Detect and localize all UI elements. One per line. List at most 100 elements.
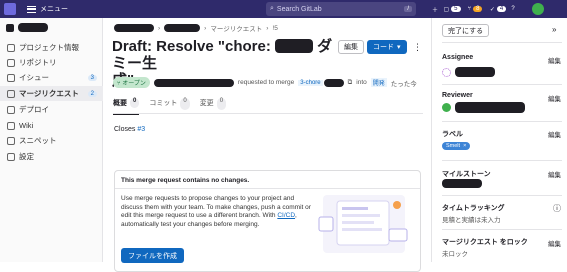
plus-icon[interactable]: ＋ <box>430 3 440 15</box>
labels-edit-link[interactable]: 編集 <box>548 129 561 139</box>
breadcrumb: › › マージリクエスト › !5 <box>114 23 278 33</box>
divider <box>442 229 562 230</box>
reviewer-edit-link[interactable]: 編集 <box>548 93 561 103</box>
avatar <box>442 67 451 77</box>
tab-count: 0 <box>130 98 140 108</box>
main-menu-button[interactable]: メニュー <box>27 2 68 16</box>
title-redacted <box>275 39 313 53</box>
author-redacted[interactable] <box>153 78 234 87</box>
mr-count: 8 <box>473 6 483 12</box>
close-icon[interactable]: × <box>463 143 466 149</box>
edit-button[interactable]: 編集 <box>338 40 364 54</box>
help-icon[interactable]: ⓘ <box>553 203 561 214</box>
avatar[interactable] <box>532 3 544 15</box>
collapse-icon[interactable]: » <box>552 25 556 34</box>
closes-issue-link[interactable]: #3 <box>137 126 145 133</box>
chevron-down-icon: ▾ <box>397 44 401 51</box>
mr-meta: ⑂ オープン requested to merge 3-chore ⧉ into… <box>113 77 417 88</box>
divider <box>442 195 562 196</box>
code-label: コード <box>373 44 394 51</box>
lock-title: マージリクエスト をロック <box>442 239 528 246</box>
mr-count-badge: 2 <box>87 90 97 97</box>
label-chip[interactable]: Smelt × <box>442 142 471 150</box>
time-tracking-value: 見積と実績は未入力 <box>442 217 501 224</box>
illus-card-left <box>318 216 334 232</box>
milestone-edit-link[interactable]: 編集 <box>548 169 561 179</box>
code-dropdown-button[interactable]: コード ▾ <box>367 40 407 54</box>
issues-button[interactable]: ▢ 5 <box>442 3 462 15</box>
sidebar-item-label: プロジェクト情報 <box>19 43 79 52</box>
timestamp: たった今 <box>390 80 417 88</box>
sidebar-item-project-info[interactable]: プロジェクト情報 <box>0 40 103 55</box>
help-icon[interactable]: ? <box>508 3 518 15</box>
avatar <box>442 103 451 112</box>
project-avatar <box>6 23 14 32</box>
tab-count: 0 <box>180 98 190 110</box>
breadcrumb-mr-number[interactable]: !5 <box>272 25 277 32</box>
illus-line <box>342 214 380 217</box>
project-header[interactable] <box>6 23 48 32</box>
target-branch[interactable]: 開発 <box>370 78 387 87</box>
illus-line <box>342 221 374 224</box>
requested-text: requested to merge <box>237 79 295 86</box>
gear-icon <box>7 152 15 161</box>
book-icon <box>7 121 15 130</box>
sidebar-item-deploy[interactable]: デプロイ <box>0 102 103 117</box>
sidebar-item-merge-requests[interactable]: マージリクエスト 2 <box>0 86 103 101</box>
sidebar-item-label: スニペット <box>19 136 57 145</box>
divider <box>113 113 423 114</box>
tab-count: 0 <box>216 98 227 110</box>
mark-done-button[interactable]: 完了にする <box>442 24 490 37</box>
snippet-icon <box>7 136 15 145</box>
info-icon <box>7 43 15 52</box>
search-icon: ⌕ <box>270 5 274 12</box>
breadcrumb-group-redacted[interactable] <box>114 24 154 32</box>
issues-icon <box>7 73 15 82</box>
sidebar-item-snippets[interactable]: スニペット <box>0 133 103 148</box>
empty-changes-card: This merge request contains no changes. … <box>114 170 421 272</box>
menu-label: メニュー <box>40 6 68 13</box>
sidebar-item-label: 設定 <box>19 152 34 161</box>
todos-button[interactable]: ✓ 4 <box>488 3 508 15</box>
reviewer-title: Reviewer <box>442 92 473 99</box>
assignee-redacted[interactable] <box>455 67 495 77</box>
sidebar-item-issues[interactable]: イシュー 3 <box>0 70 103 85</box>
reviewer-redacted[interactable] <box>455 102 525 113</box>
gitlab-logo[interactable] <box>4 3 16 15</box>
sidebar-item-settings[interactable]: 設定 <box>0 149 103 164</box>
source-branch[interactable]: 3-chore <box>298 79 323 86</box>
breadcrumb-separator: › <box>158 24 161 32</box>
search-shortcut: / <box>404 6 412 12</box>
ci-cd-link[interactable]: CI/CD <box>277 212 295 219</box>
milestone-title: マイルストーン <box>442 171 491 178</box>
divider <box>442 42 562 43</box>
card-body: Use merge requests to propose changes to… <box>121 195 311 229</box>
sidebar-item-wiki[interactable]: Wiki <box>0 118 103 133</box>
reviewer-value <box>442 102 525 113</box>
card-heading: This merge request contains no changes. <box>121 177 250 184</box>
illus-line <box>342 228 382 231</box>
search-input[interactable]: ⌕ Search GitLab / <box>266 2 416 16</box>
status-text: オープン <box>122 81 146 87</box>
sidebar-item-label: Wiki <box>19 121 34 130</box>
breadcrumb-separator: › <box>266 24 269 32</box>
more-actions-icon[interactable]: ⋮ <box>413 40 422 54</box>
lock-edit-link[interactable]: 編集 <box>548 238 561 248</box>
copy-icon[interactable]: ⧉ <box>348 79 353 87</box>
create-file-button[interactable]: ファイルを作成 <box>121 248 184 263</box>
assignee-edit-link[interactable]: 編集 <box>548 55 561 65</box>
status-badge: ⑂ オープン <box>113 77 150 88</box>
rocket-icon <box>7 105 15 114</box>
sidebar-item-repository[interactable]: リポジトリ <box>0 55 103 70</box>
repository-icon <box>7 58 15 67</box>
todo-icon: ✓ <box>489 6 495 13</box>
lock-value: 未ロック <box>442 251 468 258</box>
assignee-title: Assignee <box>442 54 474 61</box>
breadcrumb-project-redacted[interactable] <box>164 24 201 32</box>
milestone-redacted[interactable] <box>442 179 482 188</box>
merge-requests-button[interactable]: ⑂ 8 <box>464 3 486 15</box>
merge-request-icon: ⑂ <box>117 81 121 87</box>
breadcrumb-merge-requests[interactable]: マージリクエスト <box>210 23 262 33</box>
issues-count-badge: 3 <box>87 74 97 81</box>
sidebar-item-label: リポジトリ <box>19 58 57 67</box>
